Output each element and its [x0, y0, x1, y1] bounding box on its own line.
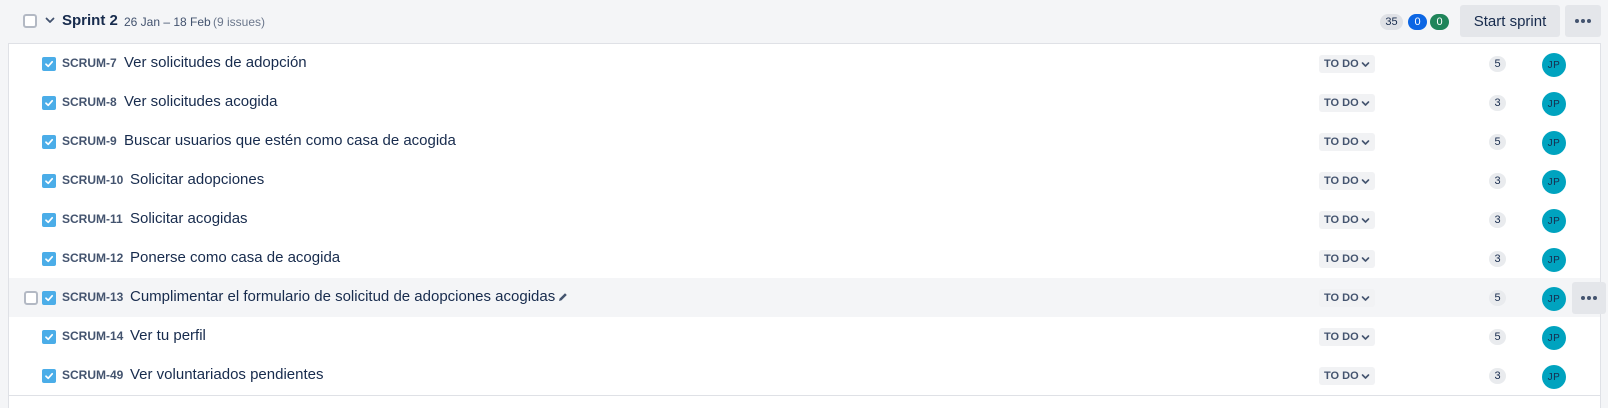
sprint-select-checkbox[interactable] — [23, 14, 37, 28]
chevron-down-icon — [1361, 61, 1369, 67]
issue-row[interactable]: SCRUM-13 Cumplimentar el formulario de so… — [9, 278, 1606, 318]
task-type-icon — [42, 330, 56, 344]
sprint-issue-count: (9 issues) — [213, 15, 266, 29]
assignee-avatar[interactable]: JP — [1542, 287, 1566, 311]
issue-row[interactable]: SCRUM-7 Ver solicitudes de adopción TO DO 5… — [9, 44, 1600, 84]
chevron-down-icon — [1361, 295, 1369, 301]
status-dropdown[interactable]: TO DO — [1319, 211, 1375, 229]
status-label: TO DO — [1324, 370, 1359, 382]
issue-row[interactable]: SCRUM-49 Ver voluntariados pendientes TO D… — [9, 356, 1600, 396]
issue-row[interactable]: SCRUM-12 Ponerse como casa de acogida TO D… — [9, 239, 1600, 279]
story-points-total-badge: 35 — [1380, 14, 1403, 30]
status-label: TO DO — [1324, 214, 1359, 226]
issue-summary[interactable]: Ver solicitudes de adopción — [124, 54, 307, 71]
story-points-badge[interactable]: 3 — [1489, 95, 1506, 111]
status-label: TO DO — [1324, 253, 1359, 265]
story-points-badge[interactable]: 5 — [1489, 329, 1506, 345]
issue-summary[interactable]: Ponerse como casa de acogida — [130, 249, 340, 266]
task-type-icon — [42, 57, 56, 71]
task-type-icon — [42, 96, 56, 110]
assignee-avatar[interactable]: JP — [1542, 365, 1566, 389]
story-points-badge[interactable]: 5 — [1489, 134, 1506, 150]
issue-summary[interactable]: Solicitar acogidas — [130, 210, 248, 227]
issue-key[interactable]: SCRUM-7 — [62, 56, 117, 70]
story-points-badge[interactable]: 5 — [1489, 290, 1506, 306]
sprint-more-actions-button[interactable] — [1565, 5, 1601, 37]
sprint-header: Sprint 2 26 Jan – 18 Feb (9 issues) 35 0… — [0, 0, 1608, 43]
task-type-icon — [42, 174, 56, 188]
issue-key[interactable]: SCRUM-12 — [62, 251, 123, 265]
issue-summary[interactable]: Ver tu perfil — [130, 327, 206, 344]
issue-key[interactable]: SCRUM-13 — [62, 290, 123, 304]
assignee-avatar[interactable]: JP — [1542, 170, 1566, 194]
assignee-avatar[interactable]: JP — [1542, 209, 1566, 233]
task-type-icon — [42, 213, 56, 227]
assignee-avatar[interactable]: JP — [1542, 53, 1566, 77]
start-sprint-button[interactable]: Start sprint — [1460, 5, 1560, 37]
story-points-done-badge: 0 — [1430, 14, 1449, 30]
issue-row[interactable]: SCRUM-10 Solicitar adopciones TO DO 3 JP — [9, 161, 1600, 201]
chevron-down-icon — [1361, 256, 1369, 262]
task-type-icon — [42, 291, 56, 305]
status-label: TO DO — [1324, 58, 1359, 70]
story-points-in-progress-badge: 0 — [1408, 14, 1427, 30]
chevron-down-icon[interactable] — [43, 13, 57, 27]
task-type-icon — [42, 252, 56, 266]
assignee-avatar[interactable]: JP — [1542, 92, 1566, 116]
story-points-badge[interactable]: 5 — [1489, 56, 1506, 72]
status-dropdown[interactable]: TO DO — [1319, 367, 1375, 385]
issue-summary[interactable]: Cumplimentar el formulario de solicitud … — [130, 288, 555, 305]
status-dropdown[interactable]: TO DO — [1319, 94, 1375, 112]
chevron-down-icon — [1361, 373, 1369, 379]
issue-key[interactable]: SCRUM-9 — [62, 134, 117, 148]
assignee-avatar[interactable]: JP — [1542, 248, 1566, 272]
issue-key[interactable]: SCRUM-14 — [62, 329, 123, 343]
issue-key[interactable]: SCRUM-10 — [62, 173, 123, 187]
issue-key[interactable]: SCRUM-49 — [62, 368, 123, 382]
story-points-badge[interactable]: 3 — [1489, 251, 1506, 267]
chevron-down-icon — [1361, 178, 1369, 184]
issue-list: SCRUM-7 Ver solicitudes de adopción TO DO 5… — [8, 43, 1606, 408]
story-points-badge[interactable]: 3 — [1489, 173, 1506, 189]
status-dropdown[interactable]: TO DO — [1319, 172, 1375, 190]
issue-select-checkbox[interactable] — [24, 291, 38, 305]
issue-summary[interactable]: Buscar usuarios que estén como casa de a… — [124, 132, 456, 149]
task-type-icon — [42, 369, 56, 383]
task-type-icon — [42, 135, 56, 149]
assignee-avatar[interactable]: JP — [1542, 131, 1566, 155]
status-dropdown[interactable]: TO DO — [1319, 250, 1375, 268]
issue-key[interactable]: SCRUM-11 — [62, 212, 123, 226]
story-points-badge[interactable]: 3 — [1489, 212, 1506, 228]
issue-key[interactable]: SCRUM-8 — [62, 95, 117, 109]
chevron-down-icon — [1361, 100, 1369, 106]
issue-more-actions-button[interactable] — [1572, 282, 1606, 314]
issue-summary[interactable]: Ver solicitudes acogida — [124, 93, 277, 110]
sprint-container: Sprint 2 26 Jan – 18 Feb (9 issues) 35 0… — [0, 0, 1608, 408]
status-dropdown[interactable]: TO DO — [1319, 289, 1375, 307]
status-label: TO DO — [1324, 331, 1359, 343]
issue-summary[interactable]: Solicitar adopciones — [130, 171, 264, 188]
chevron-down-icon — [1361, 334, 1369, 340]
status-label: TO DO — [1324, 97, 1359, 109]
issue-summary[interactable]: Ver voluntariados pendientes — [130, 366, 323, 383]
story-points-badge[interactable]: 3 — [1489, 368, 1506, 384]
issue-row[interactable]: SCRUM-14 Ver tu perfil TO DO 5 JP — [9, 317, 1600, 357]
status-label: TO DO — [1324, 136, 1359, 148]
issue-row[interactable]: SCRUM-9 Buscar usuarios que estén como ca… — [9, 122, 1600, 162]
more-horizontal-icon — [1581, 296, 1597, 300]
status-label: TO DO — [1324, 175, 1359, 187]
pencil-icon[interactable] — [556, 290, 570, 304]
status-label: TO DO — [1324, 292, 1359, 304]
status-dropdown[interactable]: TO DO — [1319, 133, 1375, 151]
chevron-down-icon — [1361, 139, 1369, 145]
status-dropdown[interactable]: TO DO — [1319, 328, 1375, 346]
more-horizontal-icon — [1575, 19, 1591, 23]
assignee-avatar[interactable]: JP — [1542, 326, 1566, 350]
chevron-down-icon — [1361, 217, 1369, 223]
status-dropdown[interactable]: TO DO — [1319, 55, 1375, 73]
sprint-dates: 26 Jan – 18 Feb — [124, 15, 211, 29]
issue-row[interactable]: SCRUM-8 Ver solicitudes acogida TO DO 3 JP — [9, 83, 1600, 123]
sprint-name[interactable]: Sprint 2 — [62, 12, 118, 29]
issue-row[interactable]: SCRUM-11 Solicitar acogidas TO DO 3 JP — [9, 200, 1600, 240]
